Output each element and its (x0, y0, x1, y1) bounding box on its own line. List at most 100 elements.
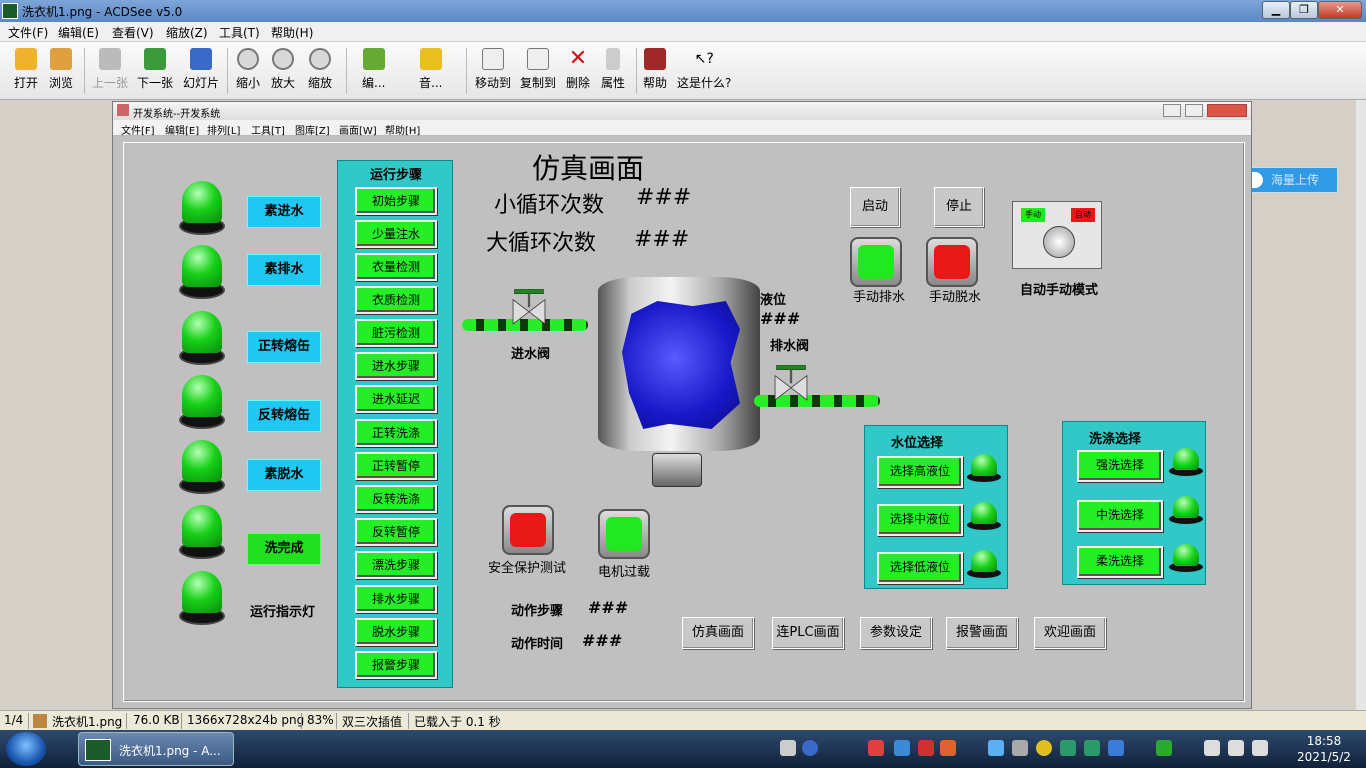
safety-test-button[interactable] (502, 505, 554, 555)
inner-close-button[interactable] (1207, 104, 1247, 117)
nav-simulation-button[interactable]: 仿真画面 (682, 617, 754, 649)
taskbar-item-acdsee[interactable]: 洗衣机1.png - A... (78, 732, 234, 766)
gentle-wash-lamp (1169, 544, 1203, 572)
menu-view[interactable]: 查看(V) (112, 24, 154, 41)
tray-app-icon[interactable] (940, 740, 956, 756)
mid-level-button[interactable]: 选择中液位 (877, 504, 963, 536)
step-item[interactable]: 进水延迟 (355, 385, 437, 413)
high-level-button[interactable]: 选择高液位 (877, 456, 963, 488)
inner-menu-file[interactable]: 文件[F] (121, 122, 155, 137)
delete-button[interactable]: ✕ 删除 (566, 48, 590, 91)
move-to-button[interactable]: 移动到 (475, 48, 511, 91)
zoom-button[interactable]: 缩放 (308, 48, 332, 91)
network-icon[interactable] (1228, 740, 1244, 756)
screenshot-inner-window: 开发系统--开发系统 文件[F] 编辑[E] 排列[L] 工具[T] 图库[Z]… (112, 101, 1252, 709)
gentle-wash-button[interactable]: 柔洗选择 (1077, 546, 1163, 578)
start-button[interactable]: 启动 (850, 187, 900, 227)
prev-image-button[interactable]: 上一张 (92, 48, 128, 91)
browse-button[interactable]: 浏览 (49, 48, 73, 91)
tray-app-icon[interactable] (868, 740, 884, 756)
step-item[interactable]: 初始步骤 (355, 187, 437, 215)
security-shield-icon[interactable] (1156, 740, 1172, 756)
step-item[interactable]: 漂洗步骤 (355, 551, 437, 579)
properties-button[interactable]: 属性 (601, 48, 625, 91)
nav-alarm-button[interactable]: 报警画面 (946, 617, 1018, 649)
inner-menu-edit[interactable]: 编辑[E] (165, 122, 199, 137)
menu-tools[interactable]: 工具(T) (219, 24, 260, 41)
step-item[interactable]: 脏污检测 (355, 319, 437, 347)
zoom-in-button[interactable]: 放大 (271, 48, 295, 91)
step-item[interactable]: 正转暂停 (355, 452, 437, 480)
inner-maximize-button[interactable] (1185, 104, 1203, 117)
tray-app-icon[interactable] (1084, 740, 1100, 756)
inner-menu-help[interactable]: 帮助[H] (385, 122, 420, 137)
low-level-button[interactable]: 选择低液位 (877, 552, 963, 584)
tank-water (622, 301, 740, 429)
step-item[interactable]: 正转洗涤 (355, 419, 437, 447)
next-image-button[interactable]: 下一张 (137, 48, 173, 91)
nav-plc-button[interactable]: 连PLC画面 (772, 617, 844, 649)
nav-welcome-button[interactable]: 欢迎画面 (1034, 617, 1106, 649)
inner-menu-gallery[interactable]: 图库[Z] (295, 122, 330, 137)
manual-spin-button[interactable] (926, 237, 978, 287)
nav-params-button[interactable]: 参数设定 (860, 617, 932, 649)
step-item[interactable]: 排水步骤 (355, 585, 437, 613)
motor-overload-button[interactable] (598, 509, 650, 559)
manual-drain-button[interactable] (850, 237, 902, 287)
menu-edit[interactable]: 编辑(E) (58, 24, 99, 41)
mode-selector[interactable]: 手动 自动 (1012, 201, 1102, 269)
step-item[interactable]: 衣质检测 (355, 286, 437, 314)
maximize-button[interactable]: ❐ (1290, 1, 1318, 19)
low-level-lamp (967, 550, 1001, 578)
step-item[interactable]: 报警步骤 (355, 651, 437, 679)
audio-button[interactable]: 音... (419, 48, 442, 91)
open-button[interactable]: 打开 (14, 48, 38, 91)
inner-menu-arrange[interactable]: 排列[L] (207, 122, 240, 137)
tray-app-icon[interactable] (918, 740, 934, 756)
inner-menu-tools[interactable]: 工具[T] (251, 122, 285, 137)
step-item[interactable]: 脱水步骤 (355, 618, 437, 646)
zoom-out-button[interactable]: 缩小 (236, 48, 260, 91)
cloud-tray-icon[interactable] (988, 740, 1004, 756)
menu-zoom[interactable]: 缩放(Z) (166, 24, 208, 41)
step-item[interactable]: 反转暂停 (355, 518, 437, 546)
tray-app-icon[interactable] (894, 740, 910, 756)
help-icon[interactable] (802, 740, 818, 756)
system-clock[interactable]: 18:58 2021/5/2 (1286, 733, 1362, 765)
action-time-label: 动作时间 (511, 637, 564, 652)
copy-to-button[interactable]: 复制到 (520, 48, 556, 91)
step-item[interactable]: 反转洗涤 (355, 485, 437, 513)
medium-wash-button[interactable]: 中洗选择 (1077, 500, 1163, 532)
menu-help[interactable]: 帮助(H) (271, 24, 313, 41)
vertical-scrollbar[interactable] (1356, 100, 1366, 710)
step-item[interactable]: 进水步骤 (355, 352, 437, 380)
step-item[interactable]: 少量注水 (355, 220, 437, 248)
inner-title-bar: 开发系统--开发系统 (113, 102, 1251, 120)
strong-wash-button[interactable]: 强洗选择 (1077, 450, 1163, 482)
inlet-valve-icon[interactable] (506, 289, 552, 327)
tray-app-icon[interactable] (1108, 740, 1124, 756)
reverse-label: 反转熔缶 (247, 400, 321, 432)
step-item[interactable]: 衣量检测 (355, 253, 437, 281)
stop-button[interactable]: 停止 (934, 187, 984, 227)
app-title-bar: 洗衣机1.png - ACDSee v5.0 ▁ ❐ ✕ (0, 0, 1366, 22)
keyboard-icon[interactable] (780, 740, 796, 756)
volume-icon[interactable] (1252, 740, 1268, 756)
menu-file[interactable]: 文件(F) (8, 24, 48, 41)
slideshow-button[interactable]: 幻灯片 (183, 48, 219, 91)
minimize-button[interactable]: ▁ (1262, 1, 1290, 19)
whats-this-button[interactable]: ↖? 这是什么? (677, 48, 731, 91)
rotary-knob-icon[interactable] (1043, 226, 1075, 258)
close-button[interactable]: ✕ (1318, 1, 1362, 19)
drain-valve-icon[interactable] (768, 365, 814, 403)
help-button[interactable]: 帮助 (643, 48, 667, 91)
tray-app-icon[interactable] (1204, 740, 1220, 756)
inner-minimize-button[interactable] (1163, 104, 1181, 117)
tray-app-icon[interactable] (1036, 740, 1052, 756)
inner-menu-screen[interactable]: 画面[W] (339, 122, 377, 137)
tray-app-icon[interactable] (1060, 740, 1076, 756)
start-button[interactable] (6, 732, 46, 766)
run-indicator-lamp (179, 571, 225, 627)
tray-app-icon[interactable] (1012, 740, 1028, 756)
edit-button[interactable]: 编... (362, 48, 385, 91)
